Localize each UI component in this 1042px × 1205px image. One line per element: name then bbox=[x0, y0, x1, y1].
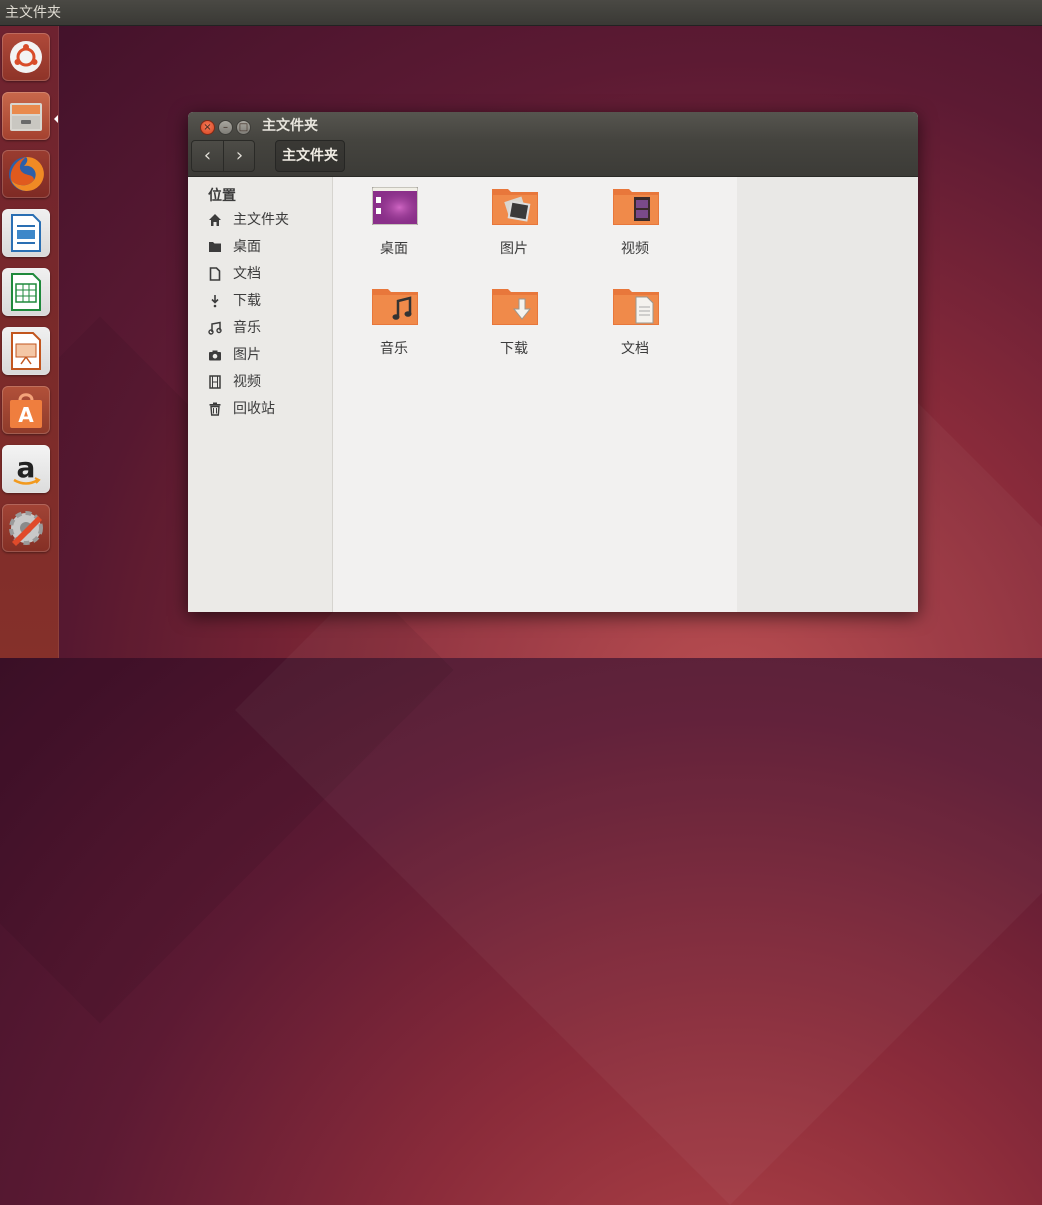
close-button[interactable]: × bbox=[200, 120, 215, 135]
chevron-left-icon: ‹ bbox=[203, 145, 212, 166]
active-indicator bbox=[54, 115, 58, 123]
sidebar-item-label: 桌面 bbox=[233, 239, 261, 255]
sidebar-item-label: 音乐 bbox=[233, 320, 261, 336]
top-panel: 主文件夹 bbox=[0, 0, 1042, 26]
pictures-folder-icon bbox=[492, 189, 538, 225]
sidebar-item-label: 下载 bbox=[233, 293, 261, 309]
file-item-videos[interactable]: 视频 bbox=[595, 187, 675, 257]
active-app-title: 主文件夹 bbox=[5, 5, 61, 21]
music-icon bbox=[208, 321, 222, 335]
close-icon: × bbox=[203, 122, 212, 133]
videos-folder-icon bbox=[613, 189, 659, 225]
file-item-label: 图片 bbox=[500, 241, 528, 257]
maximize-icon: □ bbox=[238, 122, 249, 133]
downloads-folder-icon bbox=[492, 289, 538, 325]
file-item-music[interactable]: 音乐 bbox=[354, 287, 434, 357]
software-center-icon[interactable]: A bbox=[2, 386, 50, 434]
folder-icon bbox=[209, 242, 221, 252]
sidebar-item-documents[interactable]: 文档 bbox=[204, 263, 328, 285]
window-titlebar[interactable]: × – □ 主文件夹 bbox=[188, 112, 918, 140]
camera-icon bbox=[209, 350, 221, 361]
forward-button[interactable]: › bbox=[224, 141, 255, 171]
minimize-icon: – bbox=[223, 122, 228, 133]
svg-text:A: A bbox=[18, 403, 34, 427]
chevron-right-icon: › bbox=[235, 145, 244, 166]
trash-icon bbox=[209, 402, 221, 416]
sidebar-heading: 位置 bbox=[208, 188, 236, 204]
desktop-folder-icon bbox=[372, 187, 418, 225]
sidebar-item-videos[interactable]: 视频 bbox=[204, 371, 328, 393]
file-item-label: 音乐 bbox=[380, 341, 408, 357]
document-icon bbox=[209, 267, 221, 281]
sidebar-item-label: 图片 bbox=[233, 347, 261, 363]
music-folder-icon bbox=[372, 289, 418, 325]
file-item-label: 文档 bbox=[621, 341, 649, 357]
path-bar-home[interactable]: 主文件夹 bbox=[275, 140, 345, 172]
libreoffice-writer-icon[interactable] bbox=[2, 209, 50, 257]
sidebar-item-music[interactable]: 音乐 bbox=[204, 317, 328, 339]
navigation-buttons: ‹ › bbox=[191, 140, 255, 172]
minimize-button[interactable]: – bbox=[218, 120, 233, 135]
libreoffice-calc-icon[interactable] bbox=[2, 268, 50, 316]
file-item-label: 下载 bbox=[500, 341, 528, 357]
file-item-pictures[interactable]: 图片 bbox=[474, 187, 554, 257]
sidebar-item-desktop[interactable]: 桌面 bbox=[204, 236, 328, 258]
empty-area bbox=[737, 177, 918, 612]
back-button[interactable]: ‹ bbox=[192, 141, 224, 171]
svg-text:a: a bbox=[17, 451, 36, 484]
file-view: 桌面 图片 视频 音乐 下载 文档 bbox=[333, 177, 737, 612]
sidebar-item-label: 视频 bbox=[233, 374, 261, 390]
file-manager-window: × – □ 主文件夹 ‹ › 主文件夹 位置 主文件夹 桌面 文档 下载 音乐 … bbox=[188, 112, 918, 612]
launcher: A a bbox=[0, 26, 59, 658]
toolbar: ‹ › 主文件夹 bbox=[188, 140, 918, 177]
sidebar-item-home[interactable]: 主文件夹 bbox=[204, 209, 328, 231]
download-icon bbox=[211, 295, 219, 308]
system-settings-icon[interactable] bbox=[2, 504, 50, 552]
firefox-icon[interactable] bbox=[2, 150, 50, 198]
amazon-icon[interactable]: a bbox=[2, 445, 50, 493]
sidebar-item-label: 主文件夹 bbox=[233, 212, 289, 228]
documents-folder-icon bbox=[613, 289, 659, 325]
file-item-desktop[interactable]: 桌面 bbox=[354, 187, 434, 257]
file-item-label: 桌面 bbox=[380, 241, 408, 257]
sidebar: 位置 主文件夹 桌面 文档 下载 音乐 图片 视频 回收站 bbox=[188, 177, 333, 612]
file-item-downloads[interactable]: 下载 bbox=[474, 287, 554, 357]
dash-home-icon[interactable] bbox=[2, 33, 50, 81]
sidebar-item-trash[interactable]: 回收站 bbox=[204, 398, 328, 420]
film-icon bbox=[209, 375, 221, 389]
sidebar-item-label: 回收站 bbox=[233, 401, 275, 417]
file-item-label: 视频 bbox=[621, 241, 649, 257]
sidebar-item-label: 文档 bbox=[233, 266, 261, 282]
sidebar-item-pictures[interactable]: 图片 bbox=[204, 344, 328, 366]
files-icon[interactable] bbox=[2, 92, 50, 140]
home-icon bbox=[209, 214, 221, 226]
libreoffice-impress-icon[interactable] bbox=[2, 327, 50, 375]
sidebar-item-downloads[interactable]: 下载 bbox=[204, 290, 328, 312]
window-title: 主文件夹 bbox=[262, 118, 318, 134]
maximize-button[interactable]: □ bbox=[236, 120, 251, 135]
file-item-documents[interactable]: 文档 bbox=[595, 287, 675, 357]
